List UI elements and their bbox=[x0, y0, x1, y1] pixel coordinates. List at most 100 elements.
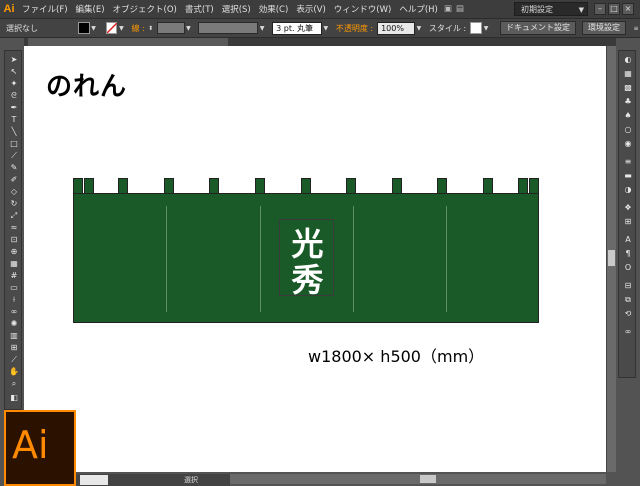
color-icon[interactable]: ◐ bbox=[622, 55, 634, 65]
menu-view[interactable]: 表示(V) bbox=[292, 3, 329, 15]
opentype-icon[interactable]: O bbox=[622, 263, 634, 273]
opacity-dropdown-icon[interactable]: ▼ bbox=[415, 22, 423, 34]
pencil-icon[interactable]: ✎ bbox=[8, 163, 20, 173]
layers-icon[interactable]: ❖ bbox=[622, 203, 634, 213]
stroke-dropdown-icon[interactable]: ▼ bbox=[117, 22, 125, 34]
shape-builder-icon[interactable]: ⊕ bbox=[8, 247, 20, 257]
swatches-icon[interactable]: ▩ bbox=[622, 83, 634, 93]
paragraph-icon[interactable]: ¶ bbox=[622, 249, 634, 259]
document-setup-button[interactable]: ドキュメント設定 bbox=[500, 21, 577, 35]
close-button[interactable]: × bbox=[622, 3, 634, 15]
gradient-panel-icon[interactable]: ▬ bbox=[622, 171, 634, 181]
selection-icon[interactable]: ➤ bbox=[8, 55, 20, 65]
arrange-icon[interactable]: ▤ bbox=[454, 4, 466, 14]
menu-effect[interactable]: 効果(C) bbox=[255, 3, 293, 15]
status-field[interactable]: 選択 bbox=[134, 475, 214, 485]
horizontal-scrollbar[interactable] bbox=[230, 474, 606, 484]
style-dropdown-icon[interactable]: ▼ bbox=[482, 22, 490, 34]
links-icon[interactable]: ∞ bbox=[622, 327, 634, 337]
stroke-swatch[interactable] bbox=[105, 22, 118, 34]
noren-slit bbox=[446, 206, 447, 312]
vertical-scrollbar[interactable] bbox=[606, 46, 616, 472]
magic-wand-icon[interactable]: ✦ bbox=[8, 79, 20, 89]
gradient-icon[interactable]: ▭ bbox=[8, 283, 20, 293]
style-label: スタイル : bbox=[428, 23, 467, 33]
eraser-icon[interactable]: ◇ bbox=[8, 187, 20, 197]
pen-icon[interactable]: ✒ bbox=[8, 103, 20, 113]
zoom-icon[interactable]: ⌕ bbox=[8, 379, 20, 389]
fill-stroke-icon[interactable]: ◧ bbox=[8, 393, 20, 403]
graphic-style-swatch[interactable] bbox=[470, 22, 483, 34]
illustrator-logo-text: Ai bbox=[12, 423, 49, 467]
app-logo-icon: Ai bbox=[3, 3, 15, 15]
mesh-icon[interactable]: # bbox=[8, 271, 20, 281]
stroke-label: 線 : bbox=[131, 23, 145, 33]
graphic-styles-icon[interactable]: ○ bbox=[622, 125, 634, 135]
menu-edit[interactable]: 編集(E) bbox=[72, 3, 109, 15]
eyedropper-icon[interactable]: ⟊ bbox=[8, 295, 20, 305]
rotate-icon[interactable]: ↻ bbox=[8, 199, 20, 209]
fill-dropdown-icon[interactable]: ▼ bbox=[90, 22, 98, 34]
zoom-field[interactable] bbox=[80, 475, 108, 485]
blend-icon[interactable]: ∞ bbox=[8, 307, 20, 317]
opacity-field[interactable]: 100% bbox=[377, 21, 415, 35]
symbols-icon[interactable]: ♠ bbox=[622, 111, 634, 121]
menu-help[interactable]: ヘルプ(H) bbox=[395, 3, 442, 15]
noren-artwork[interactable]: 光秀 bbox=[73, 178, 539, 323]
rectangle-icon[interactable]: □ bbox=[8, 139, 20, 149]
appearance-icon[interactable]: ◉ bbox=[622, 139, 634, 149]
menu-file[interactable]: ファイル(F) bbox=[18, 3, 72, 15]
document-title: のれん bbox=[46, 72, 128, 102]
horizontal-scroll-thumb[interactable] bbox=[420, 475, 436, 483]
panel-dock: ◐ ▦ ▩ ♣ ♠ ○ ◉ ≡ ▬ ◑ ❖ ⊞ A ¶ O ⊟ ⧉ ⟲ ∞ bbox=[618, 50, 636, 378]
stroke-weight-stepper[interactable]: ⬍ bbox=[147, 22, 155, 34]
minimize-button[interactable]: – bbox=[594, 3, 606, 15]
variable-width-dropdown-icon[interactable]: ▼ bbox=[258, 22, 266, 34]
bridge-icon[interactable]: ▣ bbox=[442, 4, 454, 14]
scale-icon[interactable]: ⤢ bbox=[8, 211, 20, 221]
control-panel-menu-icon[interactable]: ≡ bbox=[632, 22, 640, 34]
workspace-switcher[interactable]: 初期設定 ▼ bbox=[514, 2, 588, 16]
preferences-button[interactable]: 環境設定 bbox=[582, 21, 627, 35]
brushes-icon[interactable]: ♣ bbox=[622, 97, 634, 107]
dimensions-label: w1800× h500（mm） bbox=[308, 347, 485, 366]
brush-definition[interactable]: 3 pt. 丸筆 bbox=[272, 21, 322, 35]
artboard[interactable]: のれん 光秀 w1800× h500（mm） bbox=[24, 46, 606, 472]
fill-swatch[interactable] bbox=[77, 22, 90, 34]
free-transform-icon[interactable]: ⊡ bbox=[8, 235, 20, 245]
type-icon[interactable]: T bbox=[8, 115, 20, 125]
stroke-weight-field[interactable] bbox=[156, 22, 185, 34]
align-icon[interactable]: ⊟ bbox=[622, 281, 634, 291]
brush-dropdown-icon[interactable]: ▼ bbox=[322, 22, 330, 34]
noren-body: 光秀 bbox=[73, 193, 539, 323]
slice-icon[interactable]: ⟋ bbox=[8, 355, 20, 365]
document-tab[interactable] bbox=[28, 38, 228, 46]
transform-icon[interactable]: ⟲ bbox=[622, 309, 634, 319]
menu-type[interactable]: 書式(T) bbox=[181, 3, 218, 15]
stroke-weight-dropdown-icon[interactable]: ▼ bbox=[185, 22, 193, 34]
vertical-scroll-thumb[interactable] bbox=[608, 250, 615, 266]
warp-icon[interactable]: ≈ bbox=[8, 223, 20, 233]
graph-icon[interactable]: ▥ bbox=[8, 331, 20, 341]
menu-select[interactable]: 選択(S) bbox=[218, 3, 255, 15]
artboards-icon[interactable]: ⊞ bbox=[622, 217, 634, 227]
pathfinder-icon[interactable]: ⧉ bbox=[622, 295, 634, 305]
color-guide-icon[interactable]: ▦ bbox=[622, 69, 634, 79]
lasso-icon[interactable]: ᘓ bbox=[8, 91, 20, 101]
direct-selection-icon[interactable]: ↖ bbox=[8, 67, 20, 77]
hand-icon[interactable]: ✋ bbox=[8, 367, 20, 377]
menu-object[interactable]: オブジェクト(O) bbox=[109, 3, 181, 15]
perspective-icon[interactable]: ▦ bbox=[8, 259, 20, 269]
paintbrush-icon[interactable]: ⟋ bbox=[8, 151, 20, 161]
variable-width-profile[interactable] bbox=[198, 22, 259, 34]
transparency-icon[interactable]: ◑ bbox=[622, 185, 634, 195]
blob-brush-icon[interactable]: ✐ bbox=[8, 175, 20, 185]
stroke-icon[interactable]: ≡ bbox=[622, 157, 634, 167]
menu-window[interactable]: ウィンドウ(W) bbox=[330, 3, 396, 15]
chevron-down-icon: ▼ bbox=[578, 6, 584, 14]
artboard-icon[interactable]: ⊞ bbox=[8, 343, 20, 353]
symbol-sprayer-icon[interactable]: ✺ bbox=[8, 319, 20, 329]
line-icon[interactable]: ╲ bbox=[8, 127, 20, 137]
maximize-button[interactable]: □ bbox=[608, 3, 620, 15]
character-icon[interactable]: A bbox=[622, 235, 634, 245]
